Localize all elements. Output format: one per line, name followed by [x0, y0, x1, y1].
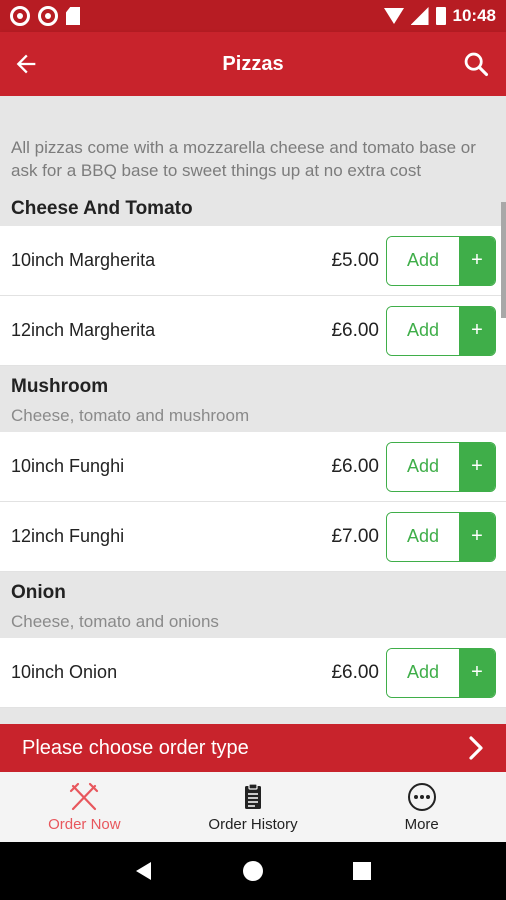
- item-price: £6.00: [331, 455, 379, 477]
- plus-icon[interactable]: +: [459, 442, 495, 491]
- clipboard-icon: [245, 783, 261, 809]
- item-name: 12inch Margherita: [11, 320, 156, 340]
- system-home-icon[interactable]: [242, 860, 264, 882]
- more-icon: [407, 783, 436, 811]
- menu-item: 12inch Margherita £6.00 Add +: [0, 296, 506, 366]
- nav-label: Order Now: [48, 816, 121, 833]
- add-to-order-button[interactable]: Add +: [386, 235, 496, 286]
- add-to-order-button[interactable]: Add +: [386, 511, 496, 562]
- section-title: Mushroom: [11, 376, 109, 397]
- status-bar: 10:48: [0, 0, 506, 32]
- nav-label: Order History: [208, 816, 298, 833]
- clock: 10:48: [452, 6, 496, 25]
- nav-item-order-now[interactable]: Order Now: [0, 772, 169, 842]
- menu-section-cheese-and-tomato: Cheese And Tomato 10inch Margherita £5.0…: [0, 188, 506, 366]
- nav-label: More: [404, 816, 439, 833]
- wifi-icon: [383, 8, 404, 24]
- system-recents-icon[interactable]: [351, 860, 373, 882]
- notification-icon: [10, 6, 30, 26]
- sd-card-icon: [66, 7, 80, 25]
- system-navigation-bar: [0, 842, 506, 900]
- order-type-button[interactable]: Please choose order type: [0, 724, 506, 772]
- add-to-order-button[interactable]: Add +: [386, 441, 496, 492]
- add-to-order-button[interactable]: Add +: [386, 647, 496, 698]
- notification-icon: [38, 6, 58, 26]
- back-arrow-icon[interactable]: [12, 50, 40, 78]
- menu-item: 10inch Funghi £6.00 Add +: [0, 432, 506, 502]
- section-header: Onion Cheese, tomato and onions: [0, 572, 506, 638]
- section-title: Cheese And Tomato: [11, 198, 193, 219]
- add-label[interactable]: Add: [387, 512, 459, 561]
- item-name: 10inch Funghi: [11, 456, 125, 476]
- item-price: £6.00: [331, 661, 379, 683]
- scrollbar[interactable]: [501, 202, 506, 318]
- signal-icon: [410, 7, 429, 25]
- nav-item-order-history[interactable]: Order History: [169, 772, 338, 842]
- menu-item: 10inch Margherita £5.00 Add +: [0, 226, 506, 296]
- order-type-label: Please choose order type: [22, 736, 249, 759]
- item-price: £5.00: [331, 249, 379, 271]
- menu-item: 10inch Onion £6.00 Add +: [0, 638, 506, 708]
- plus-icon[interactable]: +: [459, 512, 495, 561]
- item-price: £7.00: [331, 525, 379, 547]
- item-name: 10inch Onion: [11, 662, 118, 682]
- nav-item-more[interactable]: More: [337, 772, 506, 842]
- menu-section-onion: Onion Cheese, tomato and onions 10inch O…: [0, 572, 506, 708]
- plus-icon[interactable]: +: [459, 306, 495, 355]
- plus-icon[interactable]: +: [459, 648, 495, 697]
- search-icon[interactable]: [462, 50, 490, 78]
- app-bar: Pizzas: [0, 32, 506, 96]
- section-description: Cheese, tomato and mushroom: [11, 406, 250, 425]
- plus-icon[interactable]: +: [459, 236, 495, 285]
- section-header: Cheese And Tomato: [0, 188, 506, 226]
- add-label[interactable]: Add: [387, 442, 459, 491]
- system-back-icon[interactable]: [133, 860, 155, 882]
- section-title: Onion: [11, 582, 66, 603]
- battery-icon: [435, 7, 446, 25]
- add-to-order-button[interactable]: Add +: [386, 305, 496, 356]
- chevron-right-icon: [469, 736, 483, 760]
- system-status: 10:48: [383, 6, 496, 26]
- menu-section-mushroom: Mushroom Cheese, tomato and mushroom 10i…: [0, 366, 506, 572]
- add-label[interactable]: Add: [387, 648, 459, 697]
- item-name: 12inch Funghi: [11, 526, 125, 546]
- bottom-navigation: Order Now Order History More: [0, 772, 506, 842]
- menu-item: 12inch Funghi £7.00 Add +: [0, 502, 506, 572]
- page-title: Pizzas: [222, 52, 284, 75]
- notification-icons: [10, 6, 80, 26]
- item-price: £6.00: [331, 319, 379, 341]
- item-name: 10inch Margherita: [11, 250, 156, 270]
- category-intro: All pizzas come with a mozzarella cheese…: [11, 138, 476, 180]
- section-description: Cheese, tomato and onions: [11, 612, 219, 631]
- add-label[interactable]: Add: [387, 236, 459, 285]
- add-label[interactable]: Add: [387, 306, 459, 355]
- section-header: Mushroom Cheese, tomato and mushroom: [0, 366, 506, 432]
- menu-content[interactable]: All pizzas come with a mozzarella cheese…: [0, 96, 506, 724]
- fork-knife-icon: [70, 782, 99, 811]
